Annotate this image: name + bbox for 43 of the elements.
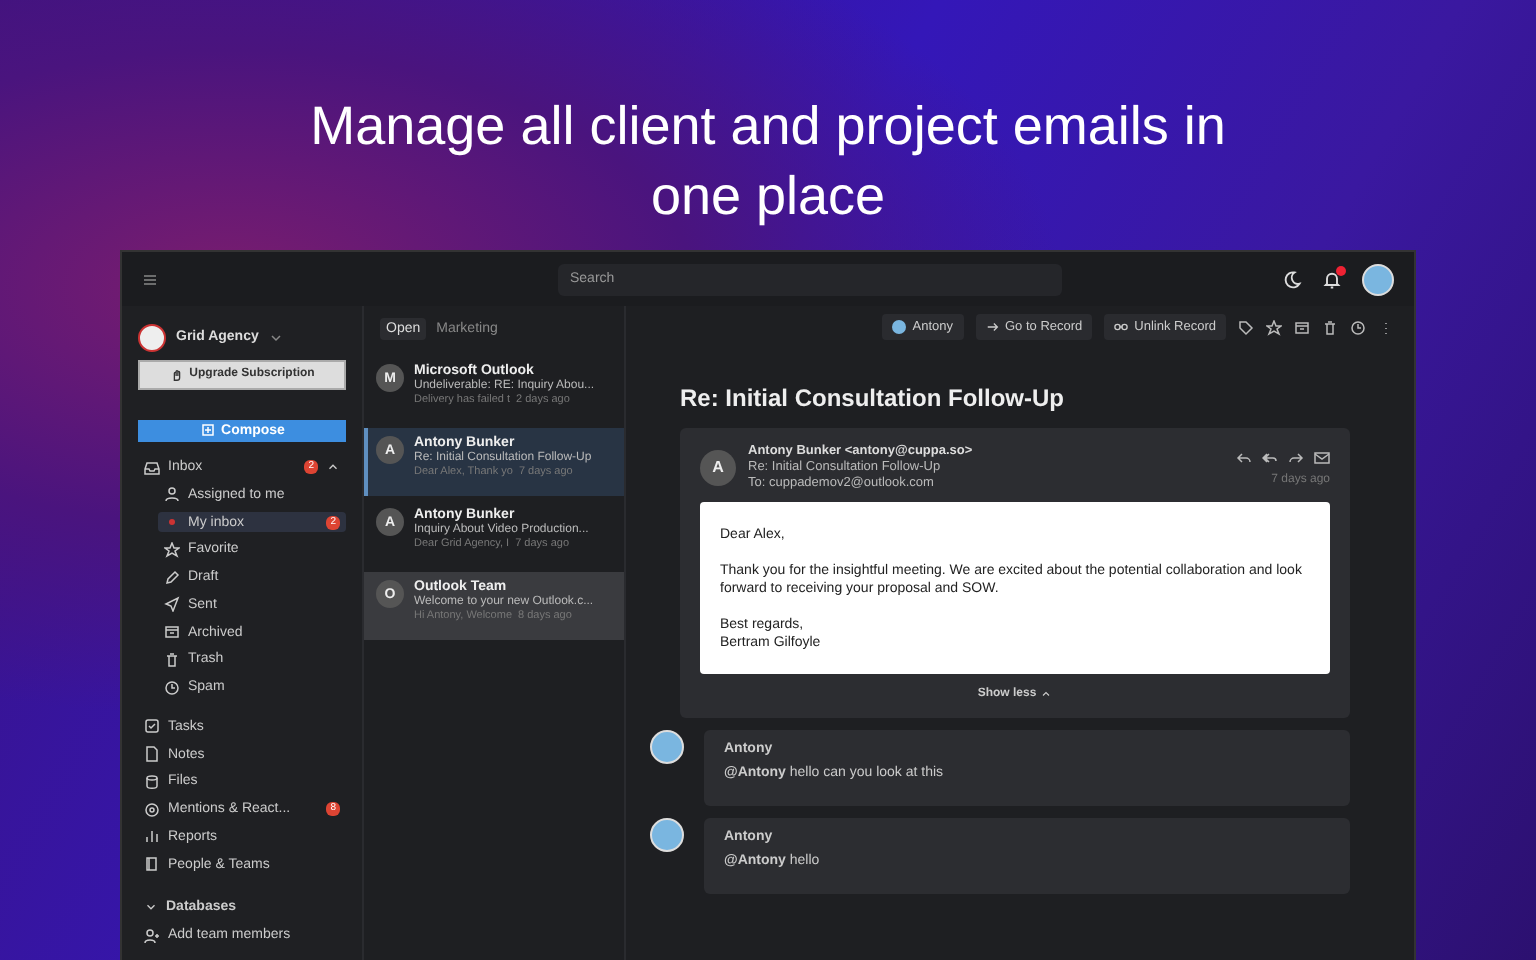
check-icon — [144, 718, 160, 735]
clock-icon — [1350, 319, 1366, 335]
user-avatar[interactable] — [1362, 263, 1394, 295]
at-icon — [144, 801, 160, 818]
trash-icon — [164, 651, 180, 668]
doc-icon — [144, 746, 160, 763]
chevron-icon — [268, 329, 285, 346]
star-icon — [164, 541, 180, 558]
inbox-icon — [144, 459, 160, 476]
chevron-up-icon — [1040, 687, 1053, 699]
clock-icon — [164, 679, 180, 696]
dot-icon — [164, 514, 180, 531]
bell-icon — [1322, 269, 1342, 289]
book-icon — [144, 856, 160, 873]
arrow-icon — [985, 320, 999, 334]
compose-icon — [199, 422, 216, 439]
menu-icon — [142, 271, 158, 287]
archive-icon — [1294, 319, 1310, 335]
pen-icon — [164, 569, 180, 586]
forward-icon — [1288, 449, 1304, 465]
notification-dot — [1336, 265, 1346, 275]
email-title: Re: Initial Consultation Follow-Up — [680, 384, 1066, 412]
avatar-letter: A — [700, 449, 736, 485]
user-avatar — [650, 729, 684, 763]
caret-down-icon — [144, 900, 158, 915]
tag-icon — [1238, 319, 1254, 335]
archive-icon — [164, 624, 180, 641]
send-icon — [164, 596, 180, 613]
moon-icon — [1282, 269, 1302, 289]
star-icon — [1266, 319, 1282, 335]
mail-icon — [1314, 449, 1330, 465]
trash-icon — [1322, 319, 1338, 335]
add-person-icon — [144, 927, 160, 944]
link-icon — [1114, 320, 1129, 334]
reply-all-icon — [1262, 449, 1278, 465]
person-icon — [164, 486, 180, 503]
workspace-logo — [138, 323, 166, 352]
chart-icon — [144, 828, 160, 845]
db-icon — [144, 773, 160, 790]
headline: Manage all client and project emails in one place — [308, 94, 1228, 230]
user-avatar — [650, 817, 684, 851]
reply-icon — [1236, 449, 1252, 465]
collapse-icon — [326, 460, 340, 475]
